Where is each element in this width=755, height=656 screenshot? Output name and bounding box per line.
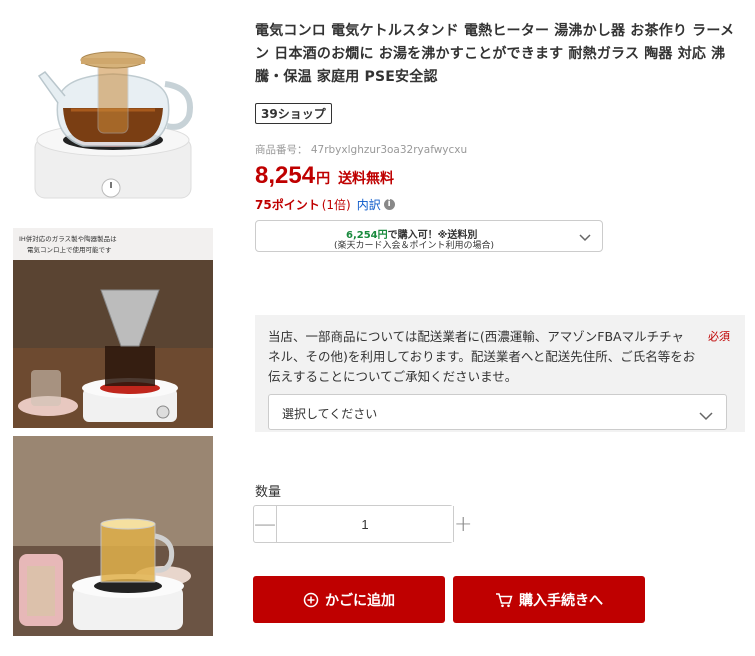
shop-badge: 39ショップ bbox=[255, 103, 332, 124]
shipping-notice-box: 当店、一部商品については配送業者に(西濃運輸、アマゾンFBAマルチチャネル、その… bbox=[255, 315, 745, 432]
image-caption-line2: 電気コンロ上で使用可能です bbox=[27, 245, 112, 254]
points-rate: (1倍) bbox=[321, 198, 351, 212]
chevron-down-icon bbox=[698, 407, 714, 426]
checkout-button[interactable]: 購入手続きへ bbox=[453, 576, 645, 623]
quantity-input[interactable] bbox=[277, 506, 453, 542]
checkout-label: 購入手続きへ bbox=[519, 592, 603, 609]
product-image-main[interactable] bbox=[13, 18, 213, 208]
card-offer-conditions: (楽天カード入会＆ポイント利用の場合) bbox=[334, 241, 495, 251]
add-to-cart-button[interactable]: かごに追加 bbox=[253, 576, 445, 623]
product-image-tea[interactable] bbox=[13, 436, 213, 636]
price-row: 8,254 円 送料無料 bbox=[255, 162, 394, 190]
shipping-notice-text: 当店、一部商品については配送業者に(西濃運輸、アマゾンFBAマルチチャネル、その… bbox=[268, 329, 696, 384]
quantity-increase-button[interactable]: + bbox=[453, 506, 472, 542]
points-row: 75ポイント (1倍) 内訳 i bbox=[255, 196, 395, 213]
price-currency: 円 bbox=[316, 171, 331, 187]
points: 75ポイント bbox=[255, 198, 320, 212]
item-number: 商品番号： 47rbyxlghzur3oa32ryafwycxu bbox=[255, 144, 468, 156]
image-caption-line1: IH併対応のガラス製や陶器製品は bbox=[19, 234, 117, 243]
quantity-decrease-button[interactable]: — bbox=[254, 506, 277, 542]
quantity-stepper: — + bbox=[253, 505, 472, 543]
cart-icon bbox=[495, 592, 513, 608]
required-badge: 必須 bbox=[708, 330, 730, 343]
quantity-label: 数量 bbox=[255, 485, 282, 500]
shipping-badge: 送料無料 bbox=[338, 171, 395, 187]
product-title: 電気コンロ 電気ケトルスタンド 電熱ヒーター 湯沸かし器 お茶作り ラーメン 日… bbox=[255, 23, 735, 85]
info-icon[interactable]: i bbox=[383, 199, 395, 210]
option-select[interactable]: 選択してください bbox=[268, 394, 727, 430]
plus-circle-icon bbox=[303, 592, 319, 608]
card-offer-dropdown[interactable]: 6,254円で購入可！※送料別 (楽天カード入会＆ポイント利用の場合) bbox=[255, 220, 603, 252]
product-image-coffee[interactable]: IH併対応のガラス製や陶器製品は 電気コンロ上で使用可能です bbox=[13, 228, 213, 428]
price: 8,254 bbox=[255, 162, 316, 189]
add-to-cart-label: かごに追加 bbox=[325, 592, 395, 609]
points-breakdown-link[interactable]: 内訳 bbox=[357, 196, 381, 213]
option-select-label: 選択してください bbox=[282, 407, 378, 421]
chevron-down-icon bbox=[578, 229, 592, 248]
